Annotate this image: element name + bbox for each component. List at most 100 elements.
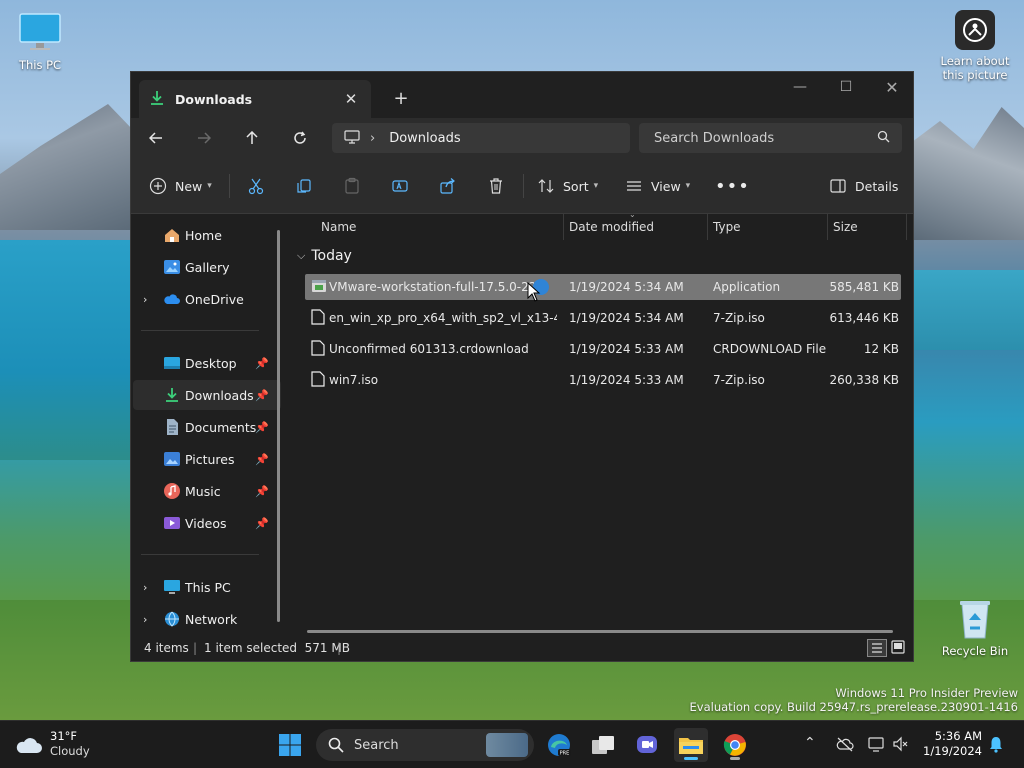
network-tray-icon[interactable] <box>868 735 886 756</box>
sidebar-item-desktop[interactable]: Desktop 📌 <box>133 348 281 378</box>
taskbar-search[interactable]: Search <box>316 729 534 761</box>
new-tab-button[interactable]: + <box>389 86 413 110</box>
horizontal-scrollbar[interactable] <box>307 630 893 633</box>
taskbar-task-view[interactable] <box>586 728 620 762</box>
sidebar-item-label: OneDrive <box>185 291 244 307</box>
taskbar-chat[interactable] <box>630 728 664 762</box>
copy-button[interactable] <box>295 172 313 200</box>
file-icon <box>311 340 325 359</box>
copy-icon <box>297 179 311 193</box>
chevron-down-icon: ⌵ <box>297 249 306 262</box>
column-divider[interactable] <box>827 214 828 240</box>
clock[interactable]: 5:36 AM 1/19/2024 <box>920 729 982 759</box>
sidebar-item-music[interactable]: Music 📌 <box>133 476 281 506</box>
sidebar-item-label: Pictures <box>185 451 235 467</box>
new-button[interactable]: New ▾ <box>149 172 212 200</box>
sidebar-item-videos[interactable]: Videos 📌 <box>133 508 281 538</box>
details-button[interactable]: Details <box>829 172 898 200</box>
view-button[interactable]: View ▾ <box>625 172 690 200</box>
pin-icon[interactable]: 📌 <box>255 453 269 466</box>
sidebar-item-pictures[interactable]: Pictures 📌 <box>133 444 281 474</box>
table-row[interactable]: VMware-workstation-full-17.5.0-22583 1/1… <box>305 274 901 300</box>
column-header-type[interactable]: Type <box>713 220 741 234</box>
rename-icon <box>392 180 408 192</box>
sidebar-item-downloads[interactable]: Downloads 📌 <box>133 380 281 410</box>
chevron-right-icon[interactable]: › <box>143 293 147 306</box>
notification-bell-icon[interactable] <box>988 735 1004 756</box>
volume-muted-icon[interactable] <box>892 735 910 756</box>
table-row[interactable]: Unconfirmed 601313.crdownload 1/19/2024 … <box>305 336 901 362</box>
sort-button[interactable]: Sort ▾ <box>537 172 598 200</box>
clock-time: 5:36 AM <box>934 729 982 743</box>
navigation-pane: Home Gallery › OneDrive Desktop 📌 Downlo… <box>131 214 283 636</box>
cut-button[interactable] <box>247 172 265 200</box>
column-divider[interactable] <box>563 214 564 240</box>
sidebar-item-label: Gallery <box>185 259 230 275</box>
tiles-view-toggle-icon[interactable] <box>889 639 907 655</box>
watermark-line: Windows 11 Pro Insider Preview <box>835 686 1018 700</box>
close-window-button[interactable]: ✕ <box>869 72 915 102</box>
file-date: 1/19/2024 5:33 AM <box>569 342 684 356</box>
pin-icon[interactable]: 📌 <box>255 517 269 530</box>
recycle-bin-icon <box>955 598 995 640</box>
application-file-icon <box>311 278 327 297</box>
taskbar-edge-beta[interactable]: PRE <box>542 728 576 762</box>
watermark-line: Evaluation copy. Build 25947.rs_prerelea… <box>689 700 1018 714</box>
paste-button[interactable] <box>343 172 361 200</box>
file-size: 12 KB <box>863 342 899 356</box>
sidebar-item-label: Music <box>185 483 221 499</box>
desktop-icon-recycle-bin[interactable]: Recycle Bin <box>935 598 1015 658</box>
desktop-icon-learn-picture[interactable]: Learn about this picture <box>934 10 1016 82</box>
taskbar-chrome[interactable] <box>718 728 752 762</box>
weather-widget[interactable]: 31°F Cloudy <box>14 729 90 759</box>
pin-icon[interactable]: 📌 <box>255 389 269 402</box>
table-row[interactable]: win7.iso 1/19/2024 5:33 AM 7-Zip.iso 260… <box>305 367 901 393</box>
details-view-toggle-icon[interactable] <box>867 639 887 657</box>
file-icon <box>311 371 325 390</box>
sidebar-scrollbar[interactable] <box>277 230 280 622</box>
desktop-icon-this-pc[interactable]: This PC <box>0 10 80 72</box>
refresh-button[interactable] <box>285 124 315 152</box>
column-divider[interactable] <box>906 214 907 240</box>
search-highlight-icon <box>486 733 528 757</box>
column-header-date[interactable]: Date modified <box>569 220 654 234</box>
chevron-right-icon[interactable]: › <box>143 581 147 594</box>
sidebar-item-home[interactable]: Home <box>133 220 281 250</box>
close-tab-icon[interactable]: ✕ <box>339 87 363 111</box>
pin-icon[interactable]: 📌 <box>255 357 269 370</box>
chevron-right-icon[interactable]: › <box>143 613 147 626</box>
sidebar-item-onedrive[interactable]: › OneDrive <box>133 284 281 314</box>
up-button[interactable] <box>237 124 267 152</box>
new-label: New <box>175 178 203 194</box>
sidebar-item-gallery[interactable]: Gallery <box>133 252 281 282</box>
group-header-today[interactable]: ⌵ Today <box>297 248 352 264</box>
chevron-right-icon[interactable]: › <box>370 131 375 146</box>
column-divider[interactable] <box>707 214 708 240</box>
more-options-button[interactable]: ••• <box>715 172 750 200</box>
delete-button[interactable] <box>487 172 505 200</box>
minimize-button[interactable]: — <box>777 72 823 102</box>
sidebar-item-documents[interactable]: Documents 📌 <box>133 412 281 442</box>
search-box[interactable]: Search Downloads <box>639 123 902 153</box>
column-header-size[interactable]: Size <box>833 220 858 234</box>
start-button[interactable] <box>273 728 307 762</box>
file-explorer-window: Downloads ✕ + — ☐ ✕ › Downloads Search D… <box>130 71 914 662</box>
forward-button[interactable] <box>189 124 219 152</box>
address-bar[interactable]: › Downloads <box>332 123 630 153</box>
onedrive-tray-icon[interactable] <box>836 736 854 755</box>
tab-downloads[interactable]: Downloads ✕ <box>139 80 371 118</box>
desktop-icon-label: Recycle Bin <box>941 644 1009 658</box>
pin-icon[interactable]: 📌 <box>255 421 269 434</box>
chevron-up-icon[interactable]: ⌃ <box>804 735 816 751</box>
share-button[interactable] <box>439 172 457 200</box>
maximize-button[interactable]: ☐ <box>823 72 869 102</box>
table-row[interactable]: en_win_xp_pro_x64_with_sp2_vl_x13-4161..… <box>305 305 901 331</box>
rename-button[interactable] <box>391 172 409 200</box>
column-header-name[interactable]: Name <box>321 220 356 234</box>
sidebar-item-this-pc[interactable]: › This PC <box>133 572 281 602</box>
back-button[interactable] <box>141 124 171 152</box>
sidebar-item-network[interactable]: › Network <box>133 604 281 634</box>
pin-icon[interactable]: 📌 <box>255 485 269 498</box>
taskbar-file-explorer[interactable] <box>674 728 708 762</box>
breadcrumb-downloads[interactable]: Downloads <box>389 131 460 146</box>
